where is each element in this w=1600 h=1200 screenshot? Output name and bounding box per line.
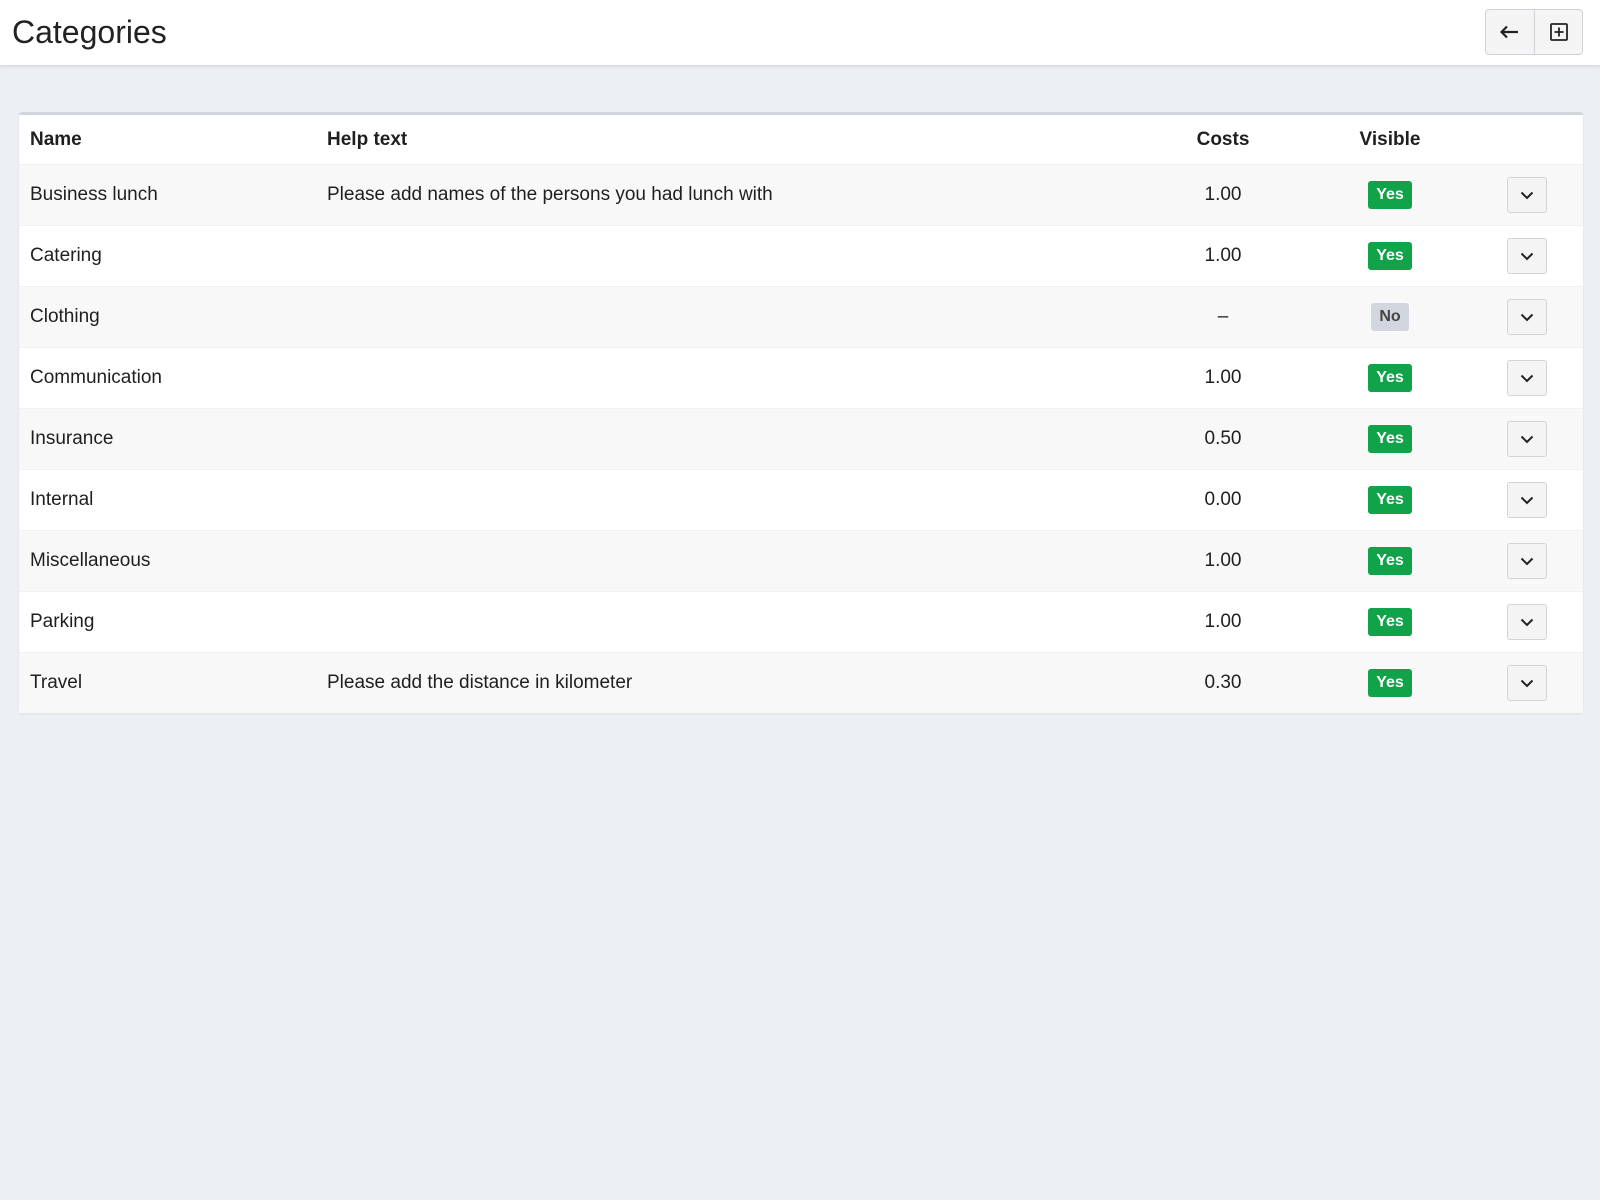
category-costs: 1.00: [1137, 347, 1309, 409]
table-row[interactable]: Miscellaneous 1.00 Yes: [19, 530, 1583, 592]
category-costs: 0.00: [1137, 469, 1309, 531]
row-action-cell: [1471, 530, 1583, 592]
category-help-text: [316, 591, 1137, 653]
table-body: Business lunch Please add names of the pe…: [19, 164, 1583, 713]
category-help-text: [316, 530, 1137, 592]
page-title: Categories: [12, 14, 167, 50]
category-help-text: [316, 469, 1137, 531]
plus-square-icon: [1549, 23, 1568, 41]
category-visible-cell: Yes: [1309, 591, 1471, 653]
chevron-down-icon: [1520, 252, 1534, 260]
column-header-name[interactable]: Name: [19, 115, 316, 165]
category-name: Clothing: [19, 286, 316, 348]
category-costs: 0.50: [1137, 408, 1309, 470]
visible-badge: Yes: [1368, 242, 1412, 270]
category-name: Communication: [19, 347, 316, 409]
category-name: Catering: [19, 225, 316, 287]
row-actions-dropdown-button[interactable]: [1507, 238, 1547, 274]
visible-badge: Yes: [1368, 181, 1412, 209]
visible-badge: Yes: [1368, 364, 1412, 392]
create-button[interactable]: [1534, 10, 1582, 54]
chevron-down-icon: [1520, 374, 1534, 382]
chevron-down-icon: [1520, 313, 1534, 321]
table-row[interactable]: Insurance 0.50 Yes: [19, 408, 1583, 470]
row-action-cell: [1471, 408, 1583, 470]
category-visible-cell: No: [1309, 286, 1471, 348]
chevron-down-icon: [1520, 496, 1534, 504]
table-row[interactable]: Internal 0.00 Yes: [19, 469, 1583, 531]
category-help-text: Please add names of the persons you had …: [316, 164, 1137, 226]
category-visible-cell: Yes: [1309, 469, 1471, 531]
category-visible-cell: Yes: [1309, 225, 1471, 287]
category-costs: 1.00: [1137, 225, 1309, 287]
category-visible-cell: Yes: [1309, 530, 1471, 592]
column-header-costs[interactable]: Costs: [1137, 115, 1309, 165]
category-name: Internal: [19, 469, 316, 531]
category-costs: 0.30: [1137, 652, 1309, 713]
row-action-cell: [1471, 591, 1583, 653]
category-name: Miscellaneous: [19, 530, 316, 592]
category-costs: –: [1137, 286, 1309, 348]
category-help-text: [316, 225, 1137, 287]
category-visible-cell: Yes: [1309, 347, 1471, 409]
category-name: Parking: [19, 591, 316, 653]
row-action-cell: [1471, 225, 1583, 287]
back-button[interactable]: [1486, 10, 1534, 54]
category-name: Business lunch: [19, 164, 316, 226]
row-action-cell: [1471, 347, 1583, 409]
visible-badge: Yes: [1368, 547, 1412, 575]
chevron-down-icon: [1520, 191, 1534, 199]
visible-badge: Yes: [1368, 669, 1412, 697]
visible-badge: Yes: [1368, 608, 1412, 636]
table-row[interactable]: Clothing – No: [19, 286, 1583, 348]
category-name: Insurance: [19, 408, 316, 470]
category-help-text: [316, 408, 1137, 470]
category-help-text: Please add the distance in kilometer: [316, 652, 1137, 713]
row-actions-dropdown-button[interactable]: [1507, 543, 1547, 579]
table-row[interactable]: Parking 1.00 Yes: [19, 591, 1583, 653]
column-header-actions: [1471, 115, 1583, 165]
row-actions-dropdown-button[interactable]: [1507, 360, 1547, 396]
table-row[interactable]: Communication 1.00 Yes: [19, 347, 1583, 409]
chevron-down-icon: [1520, 618, 1534, 626]
row-action-cell: [1471, 469, 1583, 531]
category-help-text: [316, 347, 1137, 409]
row-actions-dropdown-button[interactable]: [1507, 604, 1547, 640]
category-costs: 1.00: [1137, 591, 1309, 653]
categories-panel: Name Help text Costs Visible Business lu…: [19, 112, 1583, 713]
row-action-cell: [1471, 652, 1583, 713]
category-costs: 1.00: [1137, 164, 1309, 226]
category-visible-cell: Yes: [1309, 652, 1471, 713]
visible-badge: Yes: [1368, 425, 1412, 453]
row-actions-dropdown-button[interactable]: [1507, 421, 1547, 457]
category-visible-cell: Yes: [1309, 164, 1471, 226]
toolbar-button-group: [1485, 9, 1583, 55]
category-visible-cell: Yes: [1309, 408, 1471, 470]
row-actions-dropdown-button[interactable]: [1507, 482, 1547, 518]
chevron-down-icon: [1520, 435, 1534, 443]
row-action-cell: [1471, 164, 1583, 226]
arrow-left-icon: [1500, 25, 1518, 39]
top-bar: Categories: [0, 0, 1600, 66]
row-actions-dropdown-button[interactable]: [1507, 299, 1547, 335]
table-row[interactable]: Catering 1.00 Yes: [19, 225, 1583, 287]
column-header-help-text: Help text: [316, 115, 1137, 165]
table-header-row: Name Help text Costs Visible: [19, 115, 1583, 165]
category-help-text: [316, 286, 1137, 348]
visible-badge: Yes: [1368, 486, 1412, 514]
chevron-down-icon: [1520, 557, 1534, 565]
categories-table: Name Help text Costs Visible Business lu…: [19, 115, 1583, 713]
visible-badge: No: [1371, 303, 1409, 331]
category-costs: 1.00: [1137, 530, 1309, 592]
table-row[interactable]: Business lunch Please add names of the pe…: [19, 164, 1583, 226]
column-header-visible[interactable]: Visible: [1309, 115, 1471, 165]
chevron-down-icon: [1520, 679, 1534, 687]
category-name: Travel: [19, 652, 316, 713]
row-actions-dropdown-button[interactable]: [1507, 665, 1547, 701]
table-row[interactable]: Travel Please add the distance in kilomet…: [19, 652, 1583, 713]
row-actions-dropdown-button[interactable]: [1507, 177, 1547, 213]
row-action-cell: [1471, 286, 1583, 348]
